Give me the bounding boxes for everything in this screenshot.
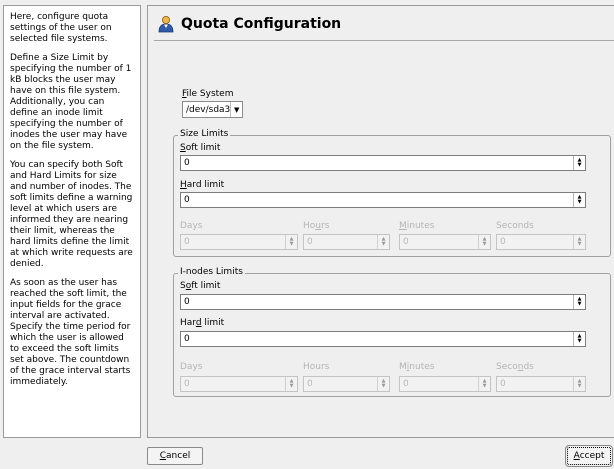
spin-arrows-icon[interactable]: ▲ ▼ — [573, 235, 585, 249]
size-hard-limit-value: 0 — [184, 195, 190, 205]
spin-arrows-icon[interactable]: ▲ ▼ — [478, 377, 490, 391]
page-title: Quota Configuration — [181, 16, 342, 32]
inode-days-spinbox[interactable]: 0 ▲ ▼ — [180, 376, 298, 392]
size-hours-value: 0 — [307, 237, 313, 247]
size-days-label: Days — [180, 221, 203, 231]
inode-soft-limit-spinbox[interactable]: 0 ▲ ▼ — [180, 294, 586, 310]
inode-soft-limit-value: 0 — [184, 297, 190, 307]
user-quota-icon — [158, 16, 174, 33]
spin-arrows-icon[interactable]: ▲ ▼ — [478, 235, 490, 249]
help-panel: Here, configure quota settings of the us… — [3, 5, 141, 438]
help-paragraph: You can specify both Soft and Hard Limit… — [10, 160, 133, 269]
spin-arrows-icon[interactable]: ▲ ▼ — [377, 377, 389, 391]
inode-days-value: 0 — [184, 379, 190, 389]
spin-arrows-icon[interactable]: ▲ ▼ — [573, 295, 585, 309]
spin-arrows-icon[interactable]: ▲ ▼ — [573, 193, 585, 207]
inode-seconds-spinbox[interactable]: 0 ▲ ▼ — [496, 376, 586, 392]
inode-seconds-value: 0 — [500, 379, 506, 389]
spin-arrows-icon[interactable]: ▲ ▼ — [573, 156, 585, 170]
inode-hard-limit-label: Hard limit — [180, 318, 225, 328]
inode-limits-title: I-nodes Limits — [178, 267, 245, 277]
main-panel: Quota Configuration File System /dev/sda… — [147, 5, 614, 438]
inode-hard-limit-value: 0 — [184, 334, 190, 344]
inode-hours-value: 0 — [307, 379, 313, 389]
accept-button[interactable]: Accept — [565, 445, 613, 467]
chevron-down-icon[interactable]: ▼ — [230, 102, 242, 117]
size-hours-spinbox[interactable]: 0 ▲ ▼ — [303, 234, 390, 250]
inode-minutes-spinbox[interactable]: 0 ▲ ▼ — [399, 376, 491, 392]
size-seconds-value: 0 — [500, 237, 506, 247]
file-system-select[interactable]: /dev/sda3 ▼ — [182, 101, 243, 118]
inode-limits-group: I-nodes Limits Soft limit 0 ▲ ▼ Hard limi… — [173, 267, 611, 397]
size-soft-limit-label: Soft limit — [180, 143, 221, 153]
page-header: Quota Configuration — [158, 14, 341, 34]
size-minutes-spinbox[interactable]: 0 ▲ ▼ — [399, 234, 491, 250]
inode-days-label: Days — [180, 362, 203, 372]
size-limits-title: Size Limits — [178, 129, 231, 139]
inode-hours-label: Hours — [303, 362, 330, 372]
size-days-value: 0 — [184, 237, 190, 247]
inode-minutes-value: 0 — [403, 379, 409, 389]
spin-arrows-icon[interactable]: ▲ ▼ — [377, 235, 389, 249]
inode-hard-limit-spinbox[interactable]: 0 ▲ ▼ — [180, 331, 586, 347]
spin-arrows-icon[interactable]: ▲ ▼ — [285, 235, 297, 249]
inode-seconds-label: Seconds — [496, 362, 534, 372]
file-system-label: File System — [182, 89, 234, 99]
size-hard-limit-label: Hard limit — [180, 180, 225, 190]
spin-arrows-icon[interactable]: ▲ ▼ — [285, 377, 297, 391]
size-seconds-label: Seconds — [496, 221, 534, 231]
spin-arrows-icon[interactable]: ▲ ▼ — [573, 377, 585, 391]
inode-hours-spinbox[interactable]: 0 ▲ ▼ — [303, 376, 390, 392]
size-soft-limit-spinbox[interactable]: 0 ▲ ▼ — [180, 155, 586, 171]
title-divider — [154, 40, 614, 41]
size-soft-limit-value: 0 — [184, 158, 190, 168]
size-hard-limit-spinbox[interactable]: 0 ▲ ▼ — [180, 192, 586, 208]
help-paragraph: Define a Size Limit by specifying the nu… — [10, 53, 132, 151]
file-system-value: /dev/sda3 — [186, 104, 231, 115]
inode-soft-limit-label: Soft limit — [180, 281, 221, 291]
size-hours-label: Hours — [303, 221, 330, 231]
help-paragraph: Here, configure quota settings of the us… — [10, 12, 112, 44]
size-days-spinbox[interactable]: 0 ▲ ▼ — [180, 234, 298, 250]
inode-minutes-label: Minutes — [399, 362, 435, 372]
spin-arrows-icon[interactable]: ▲ ▼ — [573, 332, 585, 346]
size-minutes-value: 0 — [403, 237, 409, 247]
cancel-button[interactable]: Cancel — [147, 447, 203, 465]
size-minutes-label: Minutes — [399, 221, 435, 231]
size-limits-group: Size Limits Soft limit 0 ▲ ▼ Hard limit 0… — [173, 129, 611, 257]
size-seconds-spinbox[interactable]: 0 ▲ ▼ — [496, 234, 586, 250]
help-paragraph: As soon as the user has reached the soft… — [10, 278, 131, 387]
